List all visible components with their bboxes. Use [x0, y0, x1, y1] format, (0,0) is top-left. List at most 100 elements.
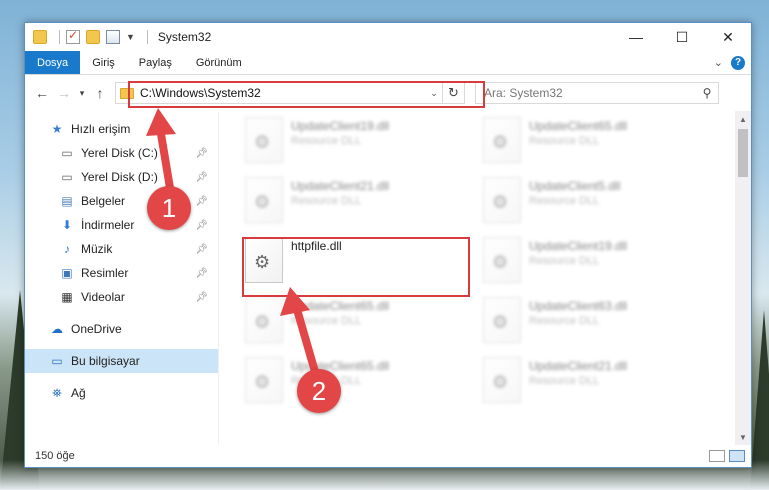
scroll-down-icon[interactable]: ▼ [735, 429, 751, 445]
file-name: UpdateClient5.dll [529, 179, 621, 193]
nav-quick-access[interactable]: ★ Hızlı erişim [25, 117, 218, 141]
computer-icon: ▭ [51, 354, 63, 368]
details-view-icon[interactable] [709, 450, 725, 462]
view-switcher [709, 450, 751, 462]
file-item[interactable]: UpdateClient19.dll Resource DLL [483, 237, 723, 295]
nav-item-videos[interactable]: ▦ Videolar 📌︎ [25, 285, 218, 309]
tab-view[interactable]: Görünüm [184, 51, 254, 74]
recent-locations-icon[interactable]: ▾ [75, 82, 89, 104]
new-folder-icon[interactable] [86, 30, 100, 44]
step-badge-2: 2 [297, 369, 341, 413]
nav-label: Yerel Disk (D:) [81, 170, 158, 184]
file-item[interactable]: UpdateClient63.dll Resource DLL [483, 297, 723, 355]
nav-item-pictures[interactable]: ▣ Resimler 📌︎ [25, 261, 218, 285]
nav-label: Ağ [71, 386, 86, 400]
dll-file-icon [245, 357, 283, 403]
music-icon: ♪ [64, 242, 70, 256]
status-bar: 150 öğe [25, 445, 751, 467]
item-count: 150 öğe [35, 450, 75, 462]
file-item[interactable]: UpdateClient65.dllResource DLL [483, 117, 723, 175]
dll-file-icon [483, 177, 521, 223]
nav-item-local-disk-c[interactable]: ▭ Yerel Disk (C:) 📌︎ [25, 141, 218, 165]
pin-icon[interactable]: 📌︎ [195, 268, 208, 279]
search-box[interactable]: Ara: System32 ⚲ [475, 82, 719, 104]
search-icon[interactable]: ⚲ [696, 86, 718, 100]
file-item[interactable]: UpdateClient21.dll Resource DLL [483, 357, 723, 415]
properties-check-icon[interactable] [66, 28, 80, 44]
dll-file-icon [483, 117, 521, 163]
star-icon: ★ [51, 122, 63, 136]
file-item[interactable]: UpdateClient65.dll Resource DLL [245, 297, 485, 355]
up-arrow-icon[interactable]: ↑ [89, 82, 111, 104]
address-highlight-box [128, 81, 485, 108]
file-description: Resource DLL [529, 195, 600, 207]
step-badge-1: 1 [147, 186, 191, 230]
file-name: UpdateClient65.dll [291, 299, 390, 313]
expand-ribbon-icon[interactable]: ⌄ [714, 56, 723, 69]
nav-label: Müzik [81, 242, 113, 256]
file-item[interactable]: UpdateClient19.dll Resource DLL [245, 117, 485, 175]
drive-icon: ▭ [61, 170, 73, 184]
forward-arrow-icon[interactable]: → [53, 82, 75, 104]
network-icon: ⛯ [52, 385, 62, 400]
file-name: UpdateClient19.dll [291, 119, 390, 133]
file-item[interactable]: UpdateClient5.dll Resource DLL [483, 177, 723, 235]
file-item[interactable]: UpdateClient65.dllResource DLL [245, 357, 485, 415]
ribbon-right: ⌄ ? [714, 51, 751, 74]
window-controls: — ☐ ✕ [613, 23, 751, 51]
nav-network[interactable]: ⛯ Ağ [25, 381, 218, 405]
dll-file-icon [245, 117, 283, 163]
file-description: Resource DLL [529, 135, 600, 147]
file-name: UpdateClient21.dll [291, 179, 390, 193]
title-bar: ▼ System32 — ☐ ✕ [25, 23, 751, 51]
separator [146, 30, 148, 44]
nav-label: Hızlı erişim [71, 122, 131, 136]
pin-icon[interactable]: 📌︎ [195, 196, 208, 207]
window-title: System32 [157, 30, 212, 44]
minimize-button[interactable]: — [613, 23, 659, 51]
file-description: Resource DLL [529, 315, 600, 327]
file-description: Resource DLL [529, 255, 600, 267]
pin-icon[interactable]: 📌︎ [195, 292, 208, 303]
file-description: Resource DLL [529, 375, 600, 387]
back-arrow-icon[interactable]: ← [31, 82, 53, 104]
scroll-up-icon[interactable]: ▲ [735, 111, 751, 127]
dll-file-icon [483, 237, 521, 283]
scroll-thumb[interactable] [738, 129, 748, 177]
file-name: UpdateClient19.dll [529, 239, 628, 253]
drive-icon: ▭ [61, 146, 73, 160]
tiles-view-icon[interactable] [729, 450, 745, 462]
file-description: Resource DLL [291, 135, 362, 147]
nav-label: Bu bilgisayar [71, 354, 140, 368]
close-button[interactable]: ✕ [705, 23, 751, 51]
pin-icon[interactable]: 📌︎ [195, 148, 208, 159]
pin-icon[interactable]: 📌︎ [195, 172, 208, 183]
maximize-button[interactable]: ☐ [659, 23, 705, 51]
tab-home[interactable]: Giriş [80, 51, 127, 74]
file-highlight-box [242, 237, 470, 297]
nav-label: Resimler [81, 266, 129, 280]
nav-item-local-disk-d[interactable]: ▭ Yerel Disk (D:) 📌︎ [25, 165, 218, 189]
customize-toolbar-icon[interactable]: ▼ [126, 32, 135, 42]
file-name: UpdateClient21.dll [529, 359, 628, 373]
nav-label: Videolar [81, 290, 125, 304]
file-item[interactable]: UpdateClient21.dll Resource DLL [245, 177, 485, 235]
view-options-icon[interactable] [106, 30, 120, 44]
pin-icon[interactable]: 📌︎ [195, 244, 208, 255]
search-placeholder[interactable]: Ara: System32 [484, 86, 696, 100]
help-icon[interactable]: ? [731, 55, 745, 70]
dll-file-icon [245, 297, 283, 343]
nav-label: Belgeler [81, 194, 126, 208]
file-description: Resource DLL [291, 315, 362, 327]
nav-item-music[interactable]: ♪ Müzik 📌︎ [25, 237, 218, 261]
folder-icon [33, 30, 47, 44]
dll-file-icon [245, 177, 283, 223]
nav-onedrive[interactable]: ☁ OneDrive [25, 317, 218, 341]
tab-share[interactable]: Paylaş [127, 51, 184, 74]
tab-file[interactable]: Dosya [25, 51, 81, 74]
navigation-pane: ★ Hızlı erişim ▭ Yerel Disk (C:) 📌︎ ▭ Ye… [25, 111, 219, 445]
pin-icon[interactable]: 📌︎ [195, 220, 208, 231]
dll-file-icon [483, 297, 521, 343]
vertical-scrollbar[interactable]: ▲ ▼ [735, 111, 751, 445]
nav-this-pc[interactable]: ▭ Bu bilgisayar [25, 349, 218, 373]
